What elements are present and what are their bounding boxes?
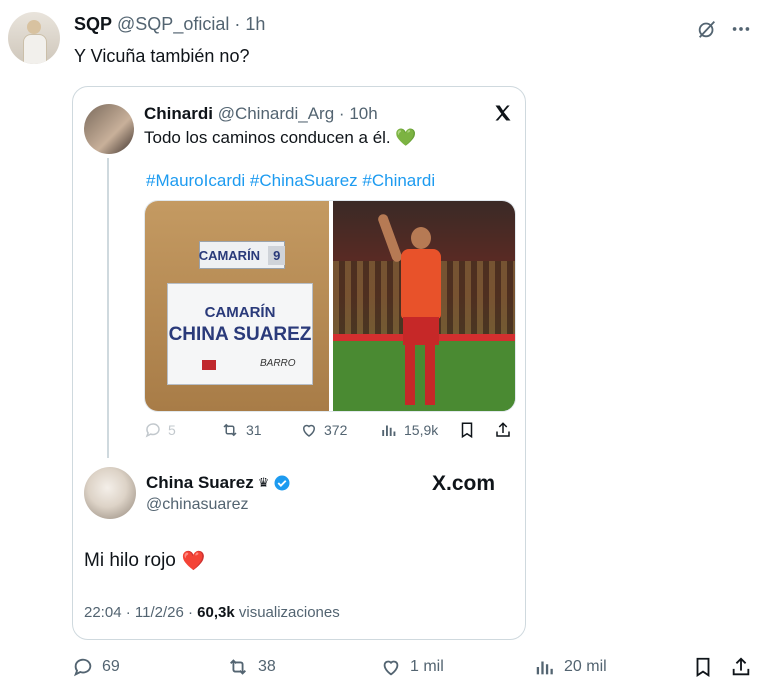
avatar-head [27, 20, 41, 34]
reply-icon [73, 658, 92, 677]
quote-media[interactable]: CAMARÍN 9 CAMARÍN CHINA SUAREZ BARRO [144, 200, 516, 412]
media-image-locker-sign[interactable]: CAMARÍN 9 CAMARÍN CHINA SUAREZ BARRO [145, 201, 329, 411]
sign-small-label: CAMARÍN [198, 247, 261, 263]
embed-timestamp[interactable]: 22:04 · 11/2/26 · [84, 604, 193, 621]
author-name[interactable]: SQP [74, 14, 112, 34]
retweet-icon [230, 659, 246, 675]
post-header: SQP @SQP_oficial · 1h [74, 14, 265, 35]
player-head [411, 227, 431, 249]
views-button[interactable]: 20 mil [534, 652, 607, 682]
quote-header: Chinardi @Chinardi_Arg · 10h [144, 104, 378, 124]
share-button[interactable] [730, 652, 752, 682]
player-shirt [401, 249, 441, 319]
player-leg [405, 345, 415, 405]
quote-separator: · [338, 104, 345, 123]
quote-share-button[interactable] [494, 418, 512, 442]
quote-retweet-count: 31 [246, 422, 262, 438]
club-logo [202, 360, 216, 370]
quote-views-count: 15,9k [404, 422, 439, 438]
quote-views-button[interactable]: 15,9k [380, 418, 438, 442]
player-figure [376, 212, 449, 411]
header-separator: · [234, 14, 241, 34]
embed-author-handle[interactable]: @chinasuarez [146, 496, 249, 514]
verified-badge-icon [274, 475, 290, 491]
quote-reply-button[interactable]: 5 [144, 418, 176, 442]
post-action-bar: 69 38 1 mil 20 mil [72, 652, 762, 682]
crown-badge: ♛ [257, 475, 270, 490]
like-button[interactable]: 1 mil [380, 652, 444, 682]
quote-author-handle[interactable]: @Chinardi_Arg [218, 104, 334, 123]
quote-reply-count: 5 [168, 422, 176, 438]
post-text: Y Vicuña también no? [74, 46, 250, 66]
bookmark-icon [696, 657, 710, 677]
bookmark-icon [461, 422, 473, 439]
player-leg [425, 345, 435, 405]
sign-big-line1: CAMARÍN [204, 304, 276, 321]
quote-hashtags[interactable]: #MauroIcardi #ChinaSuarez #Chinardi [146, 171, 435, 191]
share-icon [732, 657, 750, 676]
embed-text-body: Mi hilo rojo [84, 550, 176, 571]
embed-text: Mi hilo rojo ❤️ [84, 549, 206, 573]
share-icon [496, 422, 510, 437]
views-count: 20 mil [564, 658, 607, 675]
sponsor-logo: BARRO [260, 358, 296, 369]
x-com-brand[interactable]: X.com [432, 472, 495, 496]
quote-retweet-button[interactable]: 31 [220, 418, 262, 442]
sign-small-number: 9 [268, 245, 286, 265]
like-count: 1 mil [410, 658, 444, 675]
quote-time[interactable]: 10h [349, 104, 377, 123]
player-arm [376, 212, 404, 264]
like-icon [302, 424, 316, 437]
post-time[interactable]: 1h [245, 14, 265, 34]
player-shorts [403, 317, 439, 345]
embed-meta: 22:04 · 11/2/26 · 60,3k visualizaciones [84, 604, 340, 621]
quote-like-button[interactable]: 372 [300, 418, 347, 442]
sign-small: CAMARÍN 9 [198, 241, 286, 269]
quote-like-count: 372 [324, 422, 348, 438]
avatar-body [23, 34, 47, 64]
media-image-player[interactable] [333, 201, 515, 411]
like-icon [383, 660, 399, 676]
quote-author-avatar[interactable] [84, 104, 134, 154]
embed-views-label: visualizaciones [238, 604, 340, 621]
quote-action-bar: 5 31 372 15,9k [144, 418, 516, 442]
retweet-count: 38 [258, 658, 276, 675]
embed-author-name-row: China Suarez ♛ [146, 473, 291, 493]
sign-big: CAMARÍN CHINA SUAREZ BARRO [167, 283, 313, 385]
x-logo-icon [490, 100, 516, 126]
reply-count: 69 [102, 658, 120, 675]
quote-text-body: Todo los caminos conducen a él. [144, 128, 391, 147]
grok-icon[interactable] [694, 16, 720, 42]
sign-big-line2: CHINA SUAREZ [168, 324, 312, 345]
reply-button[interactable]: 69 [72, 652, 120, 682]
green-heart-emoji: 💚 [395, 128, 417, 147]
embed-author-name[interactable]: China Suarez [146, 473, 254, 493]
retweet-button[interactable]: 38 [226, 652, 276, 682]
bookmark-button[interactable] [692, 652, 714, 682]
quote-author-name[interactable]: Chinardi [144, 104, 213, 123]
red-heart-emoji: ❤️ [181, 551, 206, 572]
embed-views-count: 60,3k [197, 604, 235, 621]
views-icon [382, 425, 396, 436]
thread-line [107, 158, 109, 458]
reply-icon [145, 423, 160, 438]
retweet-icon [223, 423, 237, 437]
author-handle[interactable]: @SQP_oficial [117, 14, 229, 34]
views-icon [536, 661, 553, 675]
quote-text: Todo los caminos conducen a él. 💚 [144, 128, 417, 148]
embed-author-avatar[interactable] [84, 467, 136, 519]
author-avatar[interactable] [8, 12, 60, 64]
more-icon[interactable] [728, 16, 754, 42]
quote-bookmark-button[interactable] [458, 418, 476, 442]
